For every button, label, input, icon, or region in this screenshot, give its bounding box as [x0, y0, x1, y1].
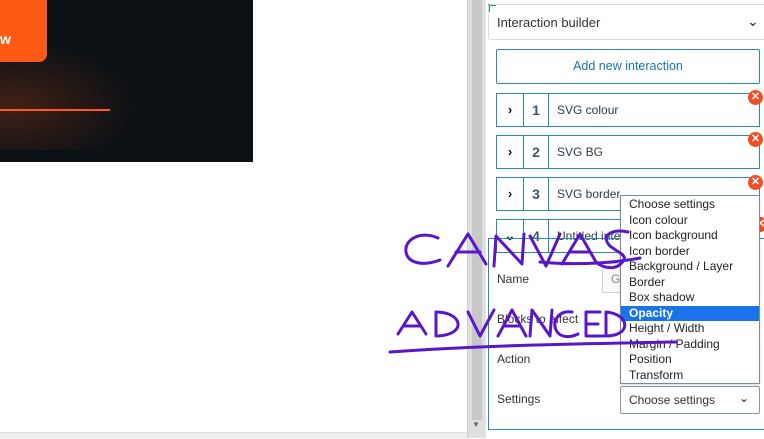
chevron-right-icon[interactable]: ›: [497, 94, 524, 126]
preview-button[interactable]: w: [0, 0, 47, 62]
interaction-label: SVG border: [557, 187, 621, 201]
settings-label: Settings: [497, 392, 541, 406]
dropdown-option[interactable]: Position: [621, 352, 759, 368]
dropdown-option[interactable]: Margin / Padding: [621, 337, 759, 353]
chevron-down-icon[interactable]: ⌄: [747, 13, 759, 30]
interaction-row-1[interactable]: › 1 SVG colour: [496, 93, 760, 127]
dropdown-option[interactable]: Choose settings: [621, 197, 759, 213]
scrollbar-thumb[interactable]: [472, 0, 482, 420]
interaction-number: 3: [524, 178, 549, 210]
settings-select-value: Choose settings: [629, 393, 716, 407]
dropdown-option[interactable]: Box shadow: [621, 290, 759, 306]
dropdown-option[interactable]: Transform: [621, 368, 759, 384]
chevron-right-icon[interactable]: ›: [497, 136, 524, 168]
interaction-number: 2: [524, 136, 549, 168]
dropdown-option[interactable]: Background / Layer: [621, 259, 759, 275]
dropdown-option-selected[interactable]: Opacity: [621, 305, 759, 321]
dropdown-option[interactable]: Height / Width: [621, 321, 759, 337]
canvas-preview: w: [0, 0, 253, 162]
settings-select[interactable]: Choose settings ⌄: [620, 386, 760, 414]
remove-interaction-icon[interactable]: ✕: [748, 90, 763, 105]
interaction-number: 1: [524, 94, 549, 126]
interaction-label: SVG BG: [557, 145, 604, 159]
panel-scrollbar[interactable]: ▼: [467, 0, 486, 438]
chevron-right-icon[interactable]: ›: [497, 178, 524, 210]
name-label: Name: [497, 272, 530, 286]
scroll-down-arrow-icon[interactable]: ▼: [472, 420, 480, 429]
preview-button-text: w: [0, 31, 11, 47]
interaction-builder-title: Interaction builder: [497, 15, 601, 30]
dropdown-option[interactable]: Icon colour: [621, 213, 759, 229]
name-input-value: G: [611, 272, 621, 286]
preview-underline: [0, 109, 110, 111]
blocks-label: Blocks to affect: [497, 312, 579, 326]
interaction-row-2[interactable]: › 2 SVG BG: [496, 135, 760, 169]
dropdown-option[interactable]: Border: [621, 275, 759, 291]
interaction-label: SVG colour: [557, 103, 619, 117]
chevron-down-icon[interactable]: ⌄: [739, 391, 749, 405]
dropdown-option[interactable]: Icon border: [621, 244, 759, 260]
add-interaction-button[interactable]: Add new interaction: [496, 49, 760, 84]
remove-interaction-icon[interactable]: ✕: [748, 175, 763, 190]
dropdown-option[interactable]: Icon background: [621, 228, 759, 244]
remove-interaction-icon[interactable]: ✕: [748, 132, 763, 147]
interaction-builder-header[interactable]: Interaction builder ⌄: [488, 4, 764, 40]
action-label: Action: [497, 352, 531, 366]
settings-dropdown-list[interactable]: Choose settings Icon colour Icon backgro…: [620, 195, 760, 384]
